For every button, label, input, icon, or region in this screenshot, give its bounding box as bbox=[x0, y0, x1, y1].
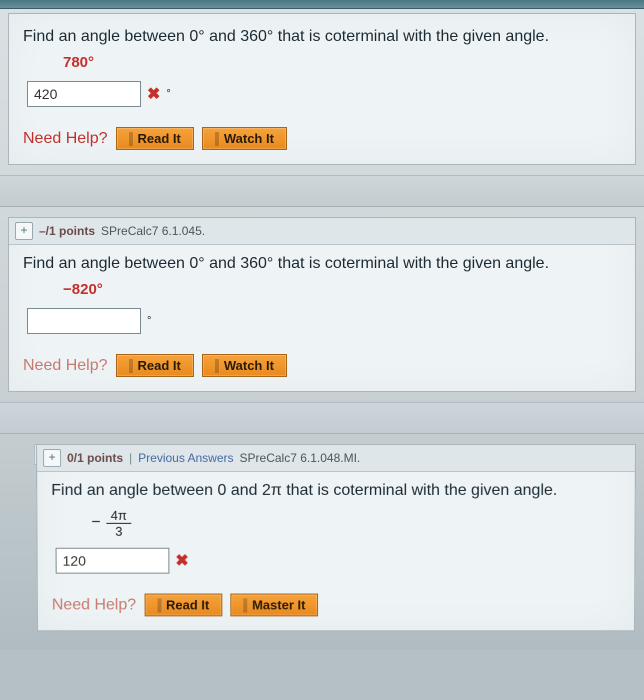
master-it-button[interactable]: Master It bbox=[230, 594, 318, 617]
button-label: Read It bbox=[166, 598, 209, 613]
given-angle: −820° bbox=[63, 281, 621, 298]
question-panel-1: Find an angle between 0° and 360° that i… bbox=[8, 13, 636, 165]
negative-sign: − bbox=[91, 514, 100, 532]
button-label: Master It bbox=[252, 598, 305, 613]
question-prompt: Find an angle between 0° and 360° that i… bbox=[23, 255, 621, 273]
button-label: Watch It bbox=[224, 131, 274, 146]
given-angle: − 4π 3 bbox=[51, 508, 620, 538]
answer-input[interactable]: 420 bbox=[27, 81, 141, 107]
question-prompt: Find an angle between 0° and 360° that i… bbox=[23, 28, 621, 46]
help-row: Need Help? Read It Watch It bbox=[23, 121, 621, 150]
points-label: –/1 points bbox=[39, 224, 95, 238]
help-row: Need Help? Read It Watch It bbox=[23, 348, 621, 377]
fraction-denominator: 3 bbox=[115, 524, 122, 538]
read-it-button[interactable]: Read It bbox=[144, 594, 222, 617]
need-help-label: Need Help? bbox=[23, 357, 108, 375]
given-angle: 780° bbox=[63, 54, 621, 71]
button-label: Read It bbox=[138, 358, 181, 373]
degree-unit: ° bbox=[166, 88, 170, 100]
wrong-icon: ✖ bbox=[175, 551, 188, 571]
watch-it-button[interactable]: Watch It bbox=[202, 354, 287, 377]
meta-bar: + 0/1 points | Previous Answers SPreCalc… bbox=[37, 445, 635, 472]
degree-unit: ° bbox=[147, 315, 151, 327]
read-it-button[interactable]: Read It bbox=[116, 127, 194, 150]
help-row: Need Help? Read It Master It bbox=[52, 588, 620, 617]
answer-row: 420 ✖ ° bbox=[27, 81, 621, 107]
fraction-numerator: 4π bbox=[107, 508, 131, 524]
separator bbox=[0, 402, 644, 434]
answer-input[interactable]: 120 bbox=[56, 548, 170, 574]
question-panel-3: + 0/1 points | Previous Answers SPreCalc… bbox=[36, 444, 636, 631]
answer-row: 120 ✖ bbox=[56, 548, 621, 574]
read-it-button[interactable]: Read It bbox=[116, 354, 194, 377]
answer-input[interactable] bbox=[27, 308, 141, 334]
meta-bar: + –/1 points SPreCalc7 6.1.045. bbox=[9, 218, 635, 245]
watch-it-button[interactable]: Watch It bbox=[202, 127, 287, 150]
need-help-label: Need Help? bbox=[23, 130, 108, 148]
window-top-strip bbox=[0, 0, 644, 9]
source-label: SPreCalc7 6.1.045. bbox=[101, 224, 205, 238]
expand-button[interactable]: + bbox=[43, 449, 61, 467]
button-label: Watch It bbox=[224, 358, 274, 373]
question-prompt: Find an angle between 0 and 2π that is c… bbox=[51, 482, 621, 500]
need-help-label: Need Help? bbox=[52, 596, 136, 614]
wrong-icon: ✖ bbox=[147, 84, 160, 104]
question-panel-2: + –/1 points SPreCalc7 6.1.045. Find an … bbox=[8, 217, 636, 392]
expand-button[interactable]: + bbox=[15, 222, 33, 240]
points-label: 0/1 points bbox=[67, 451, 123, 465]
button-label: Read It bbox=[138, 131, 181, 146]
separator bbox=[0, 175, 644, 207]
answer-row: ° bbox=[27, 308, 621, 334]
previous-answers-link[interactable]: Previous Answers bbox=[138, 451, 233, 465]
source-label: SPreCalc7 6.1.048.MI. bbox=[240, 451, 361, 465]
